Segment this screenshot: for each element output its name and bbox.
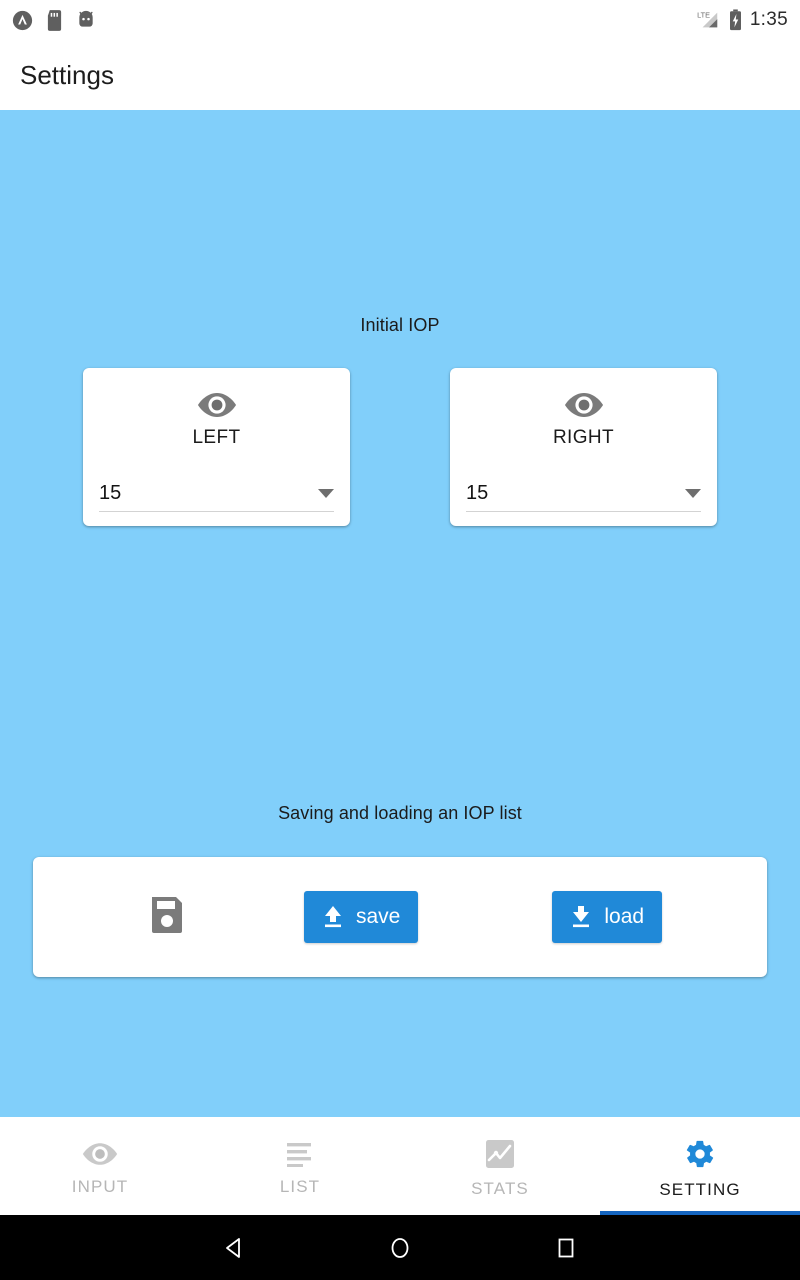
download-icon (573, 906, 590, 928)
app-logo-icon (12, 10, 33, 30)
status-bar-clock: 1:35 (749, 9, 788, 30)
load-button[interactable]: load (552, 891, 663, 943)
right-eye-iop-dropdown[interactable]: 15 (466, 476, 701, 512)
right-eye-iop-value: 15 (466, 482, 489, 504)
eye-icon (197, 393, 236, 417)
recents-square-icon[interactable] (553, 1235, 579, 1261)
tab-input[interactable]: INPUT (0, 1117, 200, 1215)
right-eye-card[interactable]: RIGHT 15 (450, 368, 717, 526)
chevron-down-icon (318, 489, 334, 498)
tab-input-label: INPUT (71, 1177, 129, 1196)
tab-setting[interactable]: SETTING (600, 1117, 800, 1215)
left-eye-label: LEFT (192, 427, 241, 448)
save-button[interactable]: save (304, 891, 419, 943)
page-title: Settings (20, 59, 114, 90)
eye-icon (82, 1143, 118, 1165)
status-bar: LTE 1:35 (0, 0, 800, 40)
bottom-tab-bar: INPUT LIST STATS SETTING (0, 1117, 800, 1215)
chevron-down-icon (685, 489, 701, 498)
app-bar: Settings (0, 40, 800, 110)
android-navigation-bar (0, 1215, 800, 1280)
left-eye-card[interactable]: LEFT 15 (83, 368, 350, 526)
lte-label: LTE (697, 10, 710, 19)
tab-stats[interactable]: STATS (400, 1117, 600, 1215)
tab-setting-label: SETTING (659, 1180, 741, 1199)
chart-icon (486, 1140, 514, 1168)
tab-list-label: LIST (279, 1177, 321, 1196)
app-screen: LTE 1:35 Settings Initial IOP LEFT 15 RI… (0, 0, 800, 1280)
settings-content: Initial IOP LEFT 15 RIGHT 15 Saving and … (0, 110, 800, 1117)
list-lines-icon (287, 1143, 311, 1167)
battery-charging-icon (729, 9, 741, 31)
sd-card-icon (47, 9, 62, 31)
status-bar-left-icons (12, 9, 96, 31)
lte-signal-icon: LTE (697, 10, 718, 28)
eye-icon (564, 393, 603, 417)
save-button-label: save (356, 905, 401, 928)
status-bar-right-icons: LTE 1:35 (697, 9, 788, 31)
home-circle-icon[interactable] (387, 1235, 413, 1261)
gear-icon (686, 1140, 714, 1168)
back-triangle-icon[interactable] (221, 1235, 247, 1261)
save-load-section-label: Saving and loading an IOP list (278, 803, 522, 823)
left-eye-iop-dropdown[interactable]: 15 (99, 476, 334, 512)
save-load-card: save load (33, 857, 767, 977)
load-button-label: load (604, 905, 645, 928)
android-debug-icon (79, 10, 93, 27)
initial-iop-section-label: Initial IOP (360, 315, 440, 335)
floppy-disk-icon (150, 896, 184, 938)
upload-icon (325, 906, 341, 928)
initial-iop-cards: LEFT 15 RIGHT 15 (0, 368, 800, 526)
tab-stats-label: STATS (471, 1179, 529, 1198)
left-eye-iop-value: 15 (99, 482, 122, 504)
right-eye-label: RIGHT (552, 427, 615, 448)
tab-list[interactable]: LIST (200, 1117, 400, 1215)
